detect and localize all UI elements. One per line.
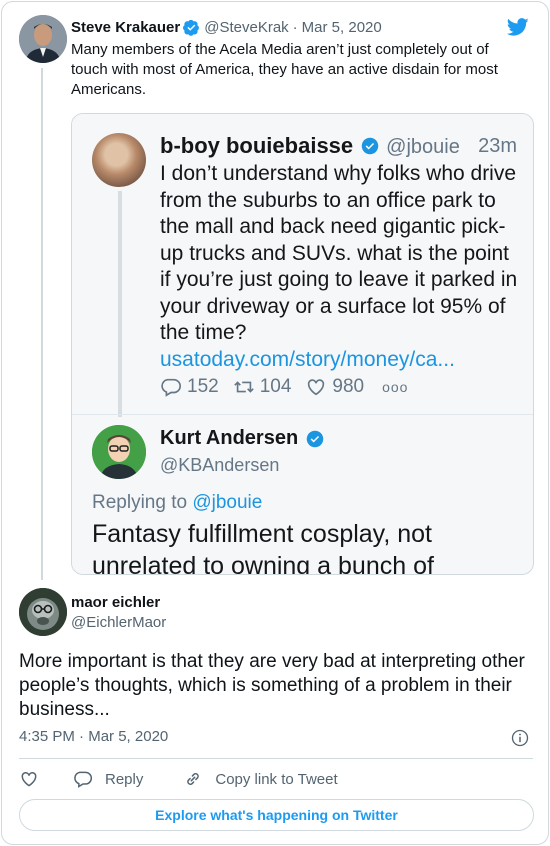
reply-author-handle[interactable]: @EichlerMaor — [71, 614, 166, 631]
reply-text: Fantasy fulfillment cosplay, not unrelat… — [92, 520, 434, 575]
quoted-reply-count: 152 — [187, 376, 219, 397]
reply-avatar[interactable] — [19, 588, 67, 636]
explore-twitter-button[interactable]: Explore what's happening on Twitter — [19, 799, 534, 831]
explore-label: Explore what's happening on Twitter — [155, 807, 398, 823]
reply-author-name[interactable]: maor eichler — [71, 594, 160, 611]
quoted-replies: 152 — [160, 376, 219, 398]
author-avatar[interactable] — [19, 15, 67, 63]
quoted-text: I don’t understand why folks who drive f… — [160, 162, 518, 344]
quoted-likes: 980 — [305, 376, 364, 398]
actions-divider — [19, 758, 533, 759]
quoted-actions: 152 104 980 ooo — [160, 376, 408, 398]
tweet-header: Steve Krakauer @SteveKrak · Mar 5, 2020 — [71, 17, 382, 37]
separator-dot: · — [292, 18, 298, 36]
copy-link-label: Copy link to Tweet — [215, 770, 338, 788]
tweet-media-image[interactable]: b-boy bouiebaisse @jbouie 23m I don’t un… — [71, 113, 534, 575]
tweet-date[interactable]: Mar 5, 2020 — [302, 19, 382, 36]
quoted-link: usatoday.com/story/money/ca... — [160, 347, 455, 371]
quoted-retweet-count: 104 — [259, 376, 292, 397]
info-icon[interactable] — [510, 728, 530, 748]
quoted-retweets: 104 — [233, 376, 292, 398]
tweet-actions: Reply Copy link to Tweet — [19, 767, 338, 791]
heart-outline-icon — [308, 379, 325, 396]
quoted-like-count: 980 — [332, 376, 365, 397]
twitter-bird-icon[interactable] — [506, 16, 530, 38]
reply-icon — [74, 771, 93, 788]
quoted-author-handle: @jbouie — [386, 136, 460, 158]
replying-handle: @jbouie — [192, 492, 263, 513]
verified-badge-icon — [183, 19, 200, 36]
reply-tweet-text: More important is that they are very bad… — [19, 651, 525, 720]
reply-bubble-icon — [161, 378, 181, 397]
replying-to: Replying to @jbouie — [92, 492, 262, 514]
thread-connector-line — [41, 68, 43, 580]
replying-label: Replying to — [92, 492, 188, 513]
link-icon — [187, 773, 200, 785]
quoted-time: 23m — [478, 135, 517, 157]
timestamp-separator: · — [79, 728, 85, 745]
author-handle[interactable]: @SteveKrak — [204, 19, 288, 36]
tweet-time: 4:35 PM — [19, 728, 75, 745]
reply-verified-icon — [306, 430, 324, 447]
tweet-timestamp[interactable]: 4:35 PM · Mar 5, 2020 — [19, 728, 168, 745]
heart-icon — [21, 771, 37, 787]
reply-author-avatar — [92, 425, 146, 479]
tweet-text: Many members of the Acela Media aren’t j… — [71, 41, 498, 98]
quoted-thread-line — [118, 191, 122, 417]
quoted-author-avatar — [92, 133, 146, 187]
more-dots-icon: ooo — [382, 379, 409, 395]
quoted-text-block: I don’t understand why folks who drive f… — [160, 161, 520, 373]
quoted-verified-icon — [361, 137, 379, 155]
screenshot-content: b-boy bouiebaisse @jbouie 23m I don’t un… — [72, 114, 533, 575]
tweet-full-date: Mar 5, 2020 — [88, 728, 169, 745]
quoted-header: b-boy bouiebaisse @jbouie — [160, 133, 460, 159]
like-button[interactable] — [19, 769, 39, 789]
tweet-card: Steve Krakauer @SteveKrak · Mar 5, 2020 … — [1, 1, 549, 845]
reply-author-name: Kurt Andersen — [160, 427, 299, 449]
author-name[interactable]: Steve Krakauer — [71, 19, 180, 36]
copy-link-button[interactable]: Copy link to Tweet — [183, 769, 338, 789]
reply-author-handle: @KBAndersen — [160, 455, 280, 475]
reply-button[interactable]: Reply — [73, 769, 143, 789]
retweet-icon — [233, 381, 254, 393]
reply-header: Kurt Andersen — [160, 427, 331, 450]
quoted-divider — [72, 414, 533, 415]
reply-label: Reply — [105, 770, 144, 788]
quoted-author-name: b-boy bouiebaisse — [160, 133, 354, 158]
